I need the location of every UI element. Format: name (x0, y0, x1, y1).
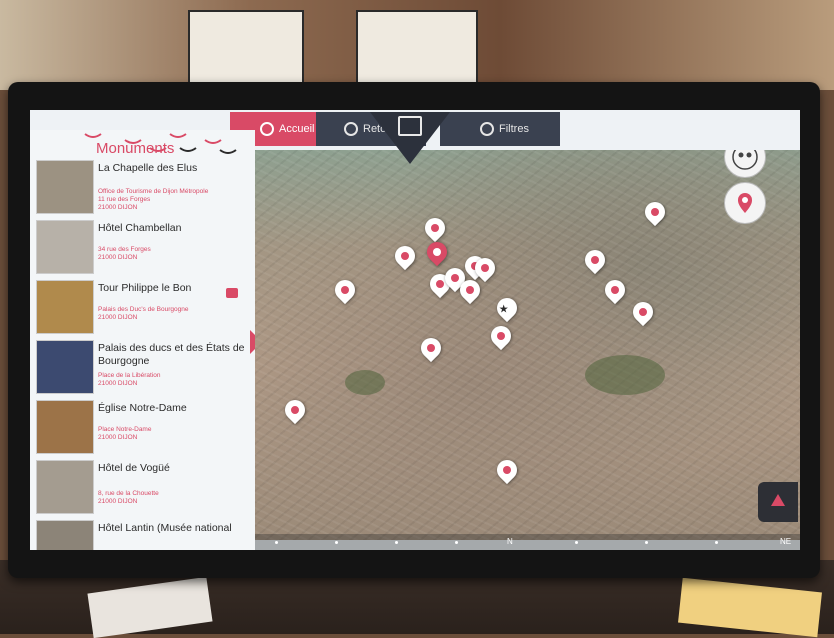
compass-tick (715, 541, 718, 544)
monument-address: Place Notre-Dame 21000 DIJON (98, 426, 152, 441)
monument-address: 34 rue des Forges 21000 DIJON (98, 246, 151, 261)
monument-thumbnail (36, 280, 94, 334)
monument-thumbnail (36, 340, 94, 394)
monument-address: Place de la Libération 21000 DIJON (98, 372, 161, 387)
compass-tick (275, 541, 278, 544)
filters-button[interactable]: Filtres (440, 112, 560, 146)
monuments-panel: Monuments La Chapelle des Elus Office de… (30, 130, 255, 550)
map-park (345, 370, 385, 395)
monument-item[interactable]: Tour Philippe le Bon Palais des Duc's de… (36, 280, 251, 340)
compass-northeast-label: NE (780, 537, 792, 546)
monument-address: Palais des Duc's de Bourgogne 21000 DIJO… (98, 306, 189, 321)
wall-poster (188, 10, 304, 88)
monument-name: La Chapelle des Elus (98, 162, 198, 174)
panel-title: Monuments (96, 140, 175, 157)
locate-button[interactable] (724, 182, 766, 224)
monument-name: Hôtel de Vogüé (98, 462, 170, 474)
wall-poster (356, 10, 478, 88)
compass-tick (395, 541, 398, 544)
monument-name: Hôtel Chambellan (98, 222, 182, 234)
scroll-up-button[interactable] (758, 482, 798, 522)
monument-item[interactable]: Hôtel de Vogüé 8, rue de la Chouette 210… (36, 460, 251, 520)
monument-item[interactable]: Hôtel Lantin (Musée national (36, 520, 251, 550)
map-icon (398, 116, 422, 136)
back-icon (344, 122, 358, 136)
home-icon (260, 122, 274, 136)
monument-thumbnail (36, 220, 94, 274)
map-park (585, 355, 665, 395)
monument-thumbnail (36, 520, 94, 550)
monument-address: Office de Tourisme de Dijon Métropole 11… (98, 188, 209, 211)
compass-tick (455, 541, 458, 544)
monument-thumbnail (36, 160, 94, 214)
arrow-up-icon (771, 494, 785, 506)
kiosk-screen: N NE Accueil Retour Filtres (30, 110, 800, 550)
monument-name: Hôtel Lantin (Musée national (98, 522, 232, 534)
monument-name: Église Notre-Dame (98, 402, 187, 414)
monument-thumbnail (36, 400, 94, 454)
compass-tick (575, 541, 578, 544)
monument-name: Palais des ducs et des États de Bourgogn… (98, 342, 245, 367)
compass-north-label: N (507, 537, 513, 546)
video-badge-icon[interactable] (226, 288, 238, 298)
compass-tick (645, 541, 648, 544)
monument-address: 8, rue de la Chouette 21000 DIJON (98, 490, 159, 505)
location-pin-icon (738, 193, 752, 213)
monument-item[interactable]: Palais des ducs et des États de Bourgogn… (36, 340, 251, 400)
home-label: Accueil (279, 123, 315, 135)
compass-tick (335, 541, 338, 544)
monument-thumbnail (36, 460, 94, 514)
filters-label: Filtres (499, 123, 529, 135)
compass-strip: N NE (255, 534, 800, 550)
panel-collapse-arrow[interactable] (250, 330, 255, 354)
monument-item[interactable]: La Chapelle des Elus Office de Tourisme … (36, 160, 251, 220)
city-3d-map[interactable] (255, 150, 800, 540)
monument-item[interactable]: Église Notre-Dame Place Notre-Dame 21000… (36, 400, 251, 460)
map-texture (255, 150, 800, 540)
monument-item[interactable]: Hôtel Chambellan 34 rue des Forges 21000… (36, 220, 251, 280)
filters-icon (480, 122, 494, 136)
